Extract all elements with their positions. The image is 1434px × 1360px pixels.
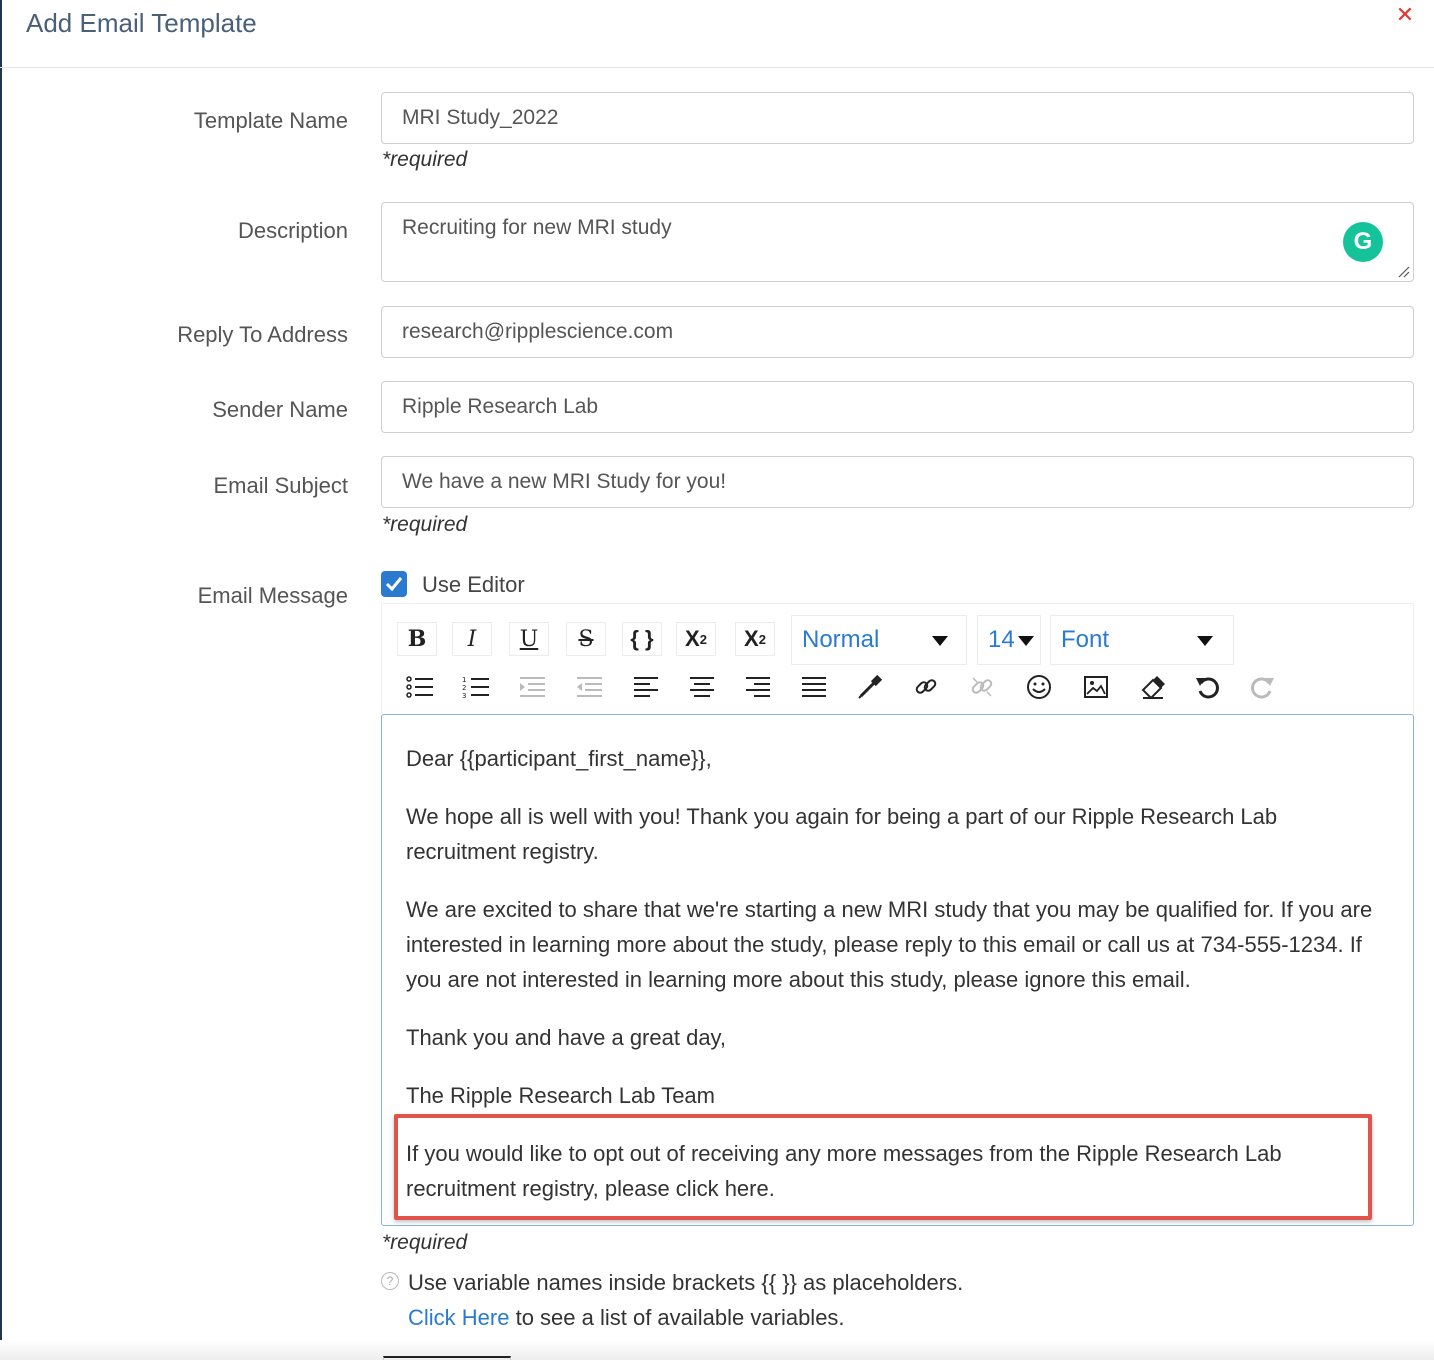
grammarly-icon[interactable]: G [1343,222,1383,262]
chevron-down-icon [932,636,948,646]
outdent-icon[interactable] [569,670,609,704]
subscript-button[interactable]: X2 [735,622,775,656]
description-label: Description [237,218,348,243]
help-line-2: Click Here to see a list of available va… [408,1305,845,1331]
chevron-down-icon [1018,636,1034,646]
sender-name-label: Sender Name [212,397,348,422]
email-message-required: *required [382,1231,468,1254]
variables-link[interactable]: Click Here [408,1305,509,1330]
superscript-button[interactable]: X2 [676,622,716,656]
description-textarea[interactable]: Recruiting for new MRI study [381,202,1414,282]
use-editor-label: Use Editor [422,572,525,597]
checkmark-icon [385,577,403,592]
strikethrough-button[interactable]: S [566,622,606,656]
bottom-fade [0,1340,1434,1360]
underline-button[interactable]: U [509,622,549,656]
bold-button[interactable]: B [397,622,437,656]
left-edge-shadow [0,0,2,1360]
paragraph-style-value: Normal [802,626,880,653]
svg-text:2: 2 [462,684,466,692]
superscript-base: X [685,626,700,651]
subscript-exp: 2 [758,631,766,647]
template-name-required: *required [382,148,468,171]
email-subject-required: *required [382,513,468,536]
unlink-icon[interactable] [962,670,1002,704]
superscript-exp: 2 [699,631,707,647]
email-message-editor[interactable]: Dear {{participant_first_name}}, We hope… [381,714,1414,1226]
font-family-value: Font [1061,626,1110,653]
email-subject-input[interactable]: We have a new MRI Study for you! [381,456,1414,508]
link-icon[interactable] [906,670,946,704]
emoji-icon[interactable] [1019,670,1059,704]
resize-handle-icon[interactable] [1398,266,1410,278]
modal-header: Add Email Template ✕ [0,0,1434,68]
partial-button-edge[interactable] [383,1356,511,1360]
color-picker-icon[interactable] [850,670,890,704]
indent-icon[interactable] [512,670,552,704]
italic-button[interactable]: I [452,622,492,656]
align-left-icon[interactable] [626,670,666,704]
template-name-input[interactable]: MRI Study_2022 [381,92,1414,144]
editor-paragraph: Dear {{participant_first_name}}, [406,746,712,771]
font-family-select[interactable]: Font [1050,615,1234,665]
code-button[interactable]: { } [622,622,662,656]
description-value: Recruiting for new MRI study [402,216,672,239]
redo-icon[interactable] [1242,670,1282,704]
eraser-icon[interactable] [1132,670,1172,704]
font-size-value: 14 [988,626,1015,653]
template-name-label: Template Name [193,108,348,133]
image-icon[interactable] [1076,670,1116,704]
close-icon[interactable]: ✕ [1394,4,1416,26]
editor-paragraph: We are excited to share that we're start… [406,897,1373,992]
editor-paragraph: Thank you and have a great day, [406,1025,727,1050]
opt-out-paragraph: If you would like to opt out of receivin… [406,1141,1282,1201]
help-text: Use variable names inside brackets {{ }}… [408,1270,964,1295]
use-editor-checkbox[interactable] [381,571,407,597]
reply-to-input[interactable]: research@ripplescience.com [381,306,1414,358]
svg-text:1: 1 [462,676,466,684]
sender-name-input[interactable]: Ripple Research Lab [381,381,1414,433]
editor-toolbar: B I U S { } X2 X2 Normal 14 Font 123 [381,603,1414,715]
align-justify-icon[interactable] [794,670,834,704]
svg-text:3: 3 [462,692,466,699]
modal-title: Add Email Template [26,8,257,38]
reply-to-label: Reply To Address [177,322,348,347]
help-icon: ? [381,1272,399,1290]
chevron-down-icon [1197,636,1213,646]
font-size-select[interactable]: 14 [977,615,1041,665]
paragraph-style-select[interactable]: Normal [791,615,967,665]
bullet-list-icon[interactable] [400,670,440,704]
subscript-base: X [744,626,759,651]
align-right-icon[interactable] [738,670,778,704]
editor-paragraph: We hope all is well with you! Thank you … [406,804,1278,864]
email-message-label: Email Message [197,583,348,608]
align-center-icon[interactable] [682,670,722,704]
undo-icon[interactable] [1188,670,1228,704]
help-line-2-text: to see a list of available variables. [509,1305,845,1330]
editor-paragraph: The Ripple Research Lab Team [406,1083,715,1108]
numbered-list-icon[interactable]: 123 [456,670,496,704]
email-subject-label: Email Subject [213,473,348,498]
